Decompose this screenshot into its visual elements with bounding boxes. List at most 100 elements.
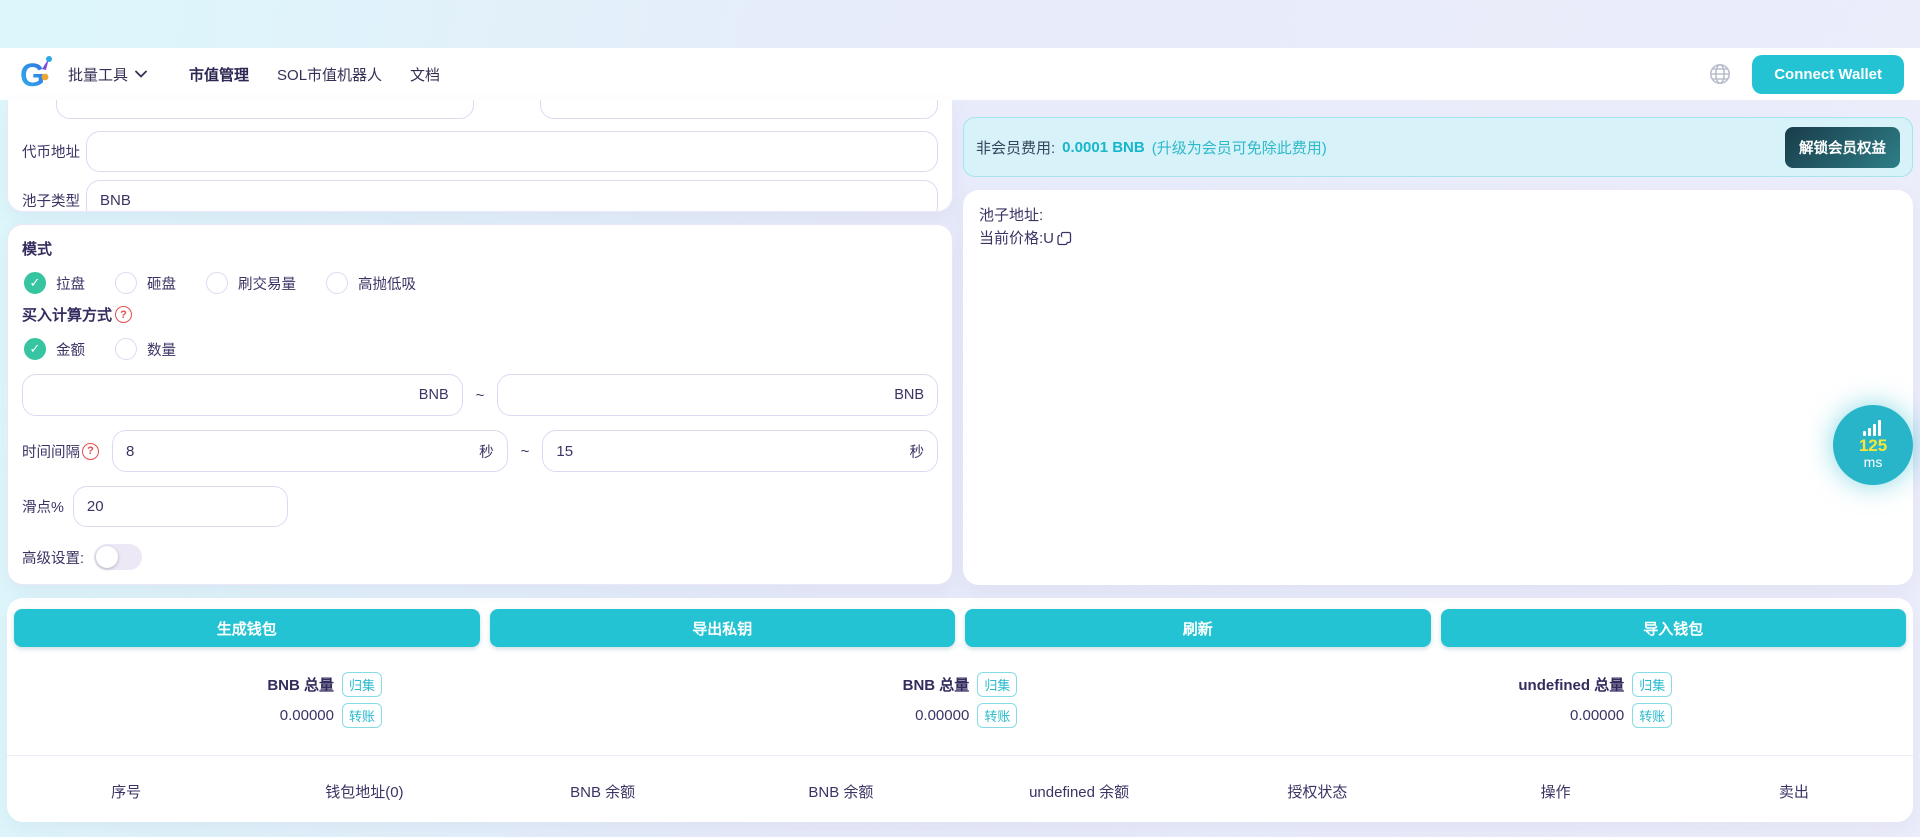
interval-max-field: 秒 [542, 430, 938, 472]
mode-option-pump[interactable]: ✓ 拉盘 [24, 272, 85, 294]
pool-info-card: 池子地址: 当前价格:U [963, 190, 1913, 585]
mode-option-label: 刷交易量 [238, 273, 296, 294]
col-index: 序号 [7, 781, 245, 802]
language-globe-icon[interactable] [1708, 62, 1732, 86]
refresh-button[interactable]: 刷新 [965, 609, 1431, 647]
transfer-button[interactable]: 转账 [342, 703, 382, 728]
interval-min-unit: 秒 [479, 441, 494, 462]
navbar: G 批量工具 市值管理 SOL市值机器人 文档 Connect Wallet [0, 48, 1920, 100]
col-undefined-balance: undefined 余额 [960, 781, 1198, 802]
total-label: undefined 总量 [1518, 674, 1624, 695]
generate-wallet-button[interactable]: 生成钱包 [14, 609, 480, 647]
slippage-input[interactable] [73, 486, 288, 527]
clipped-input-right[interactable] [540, 100, 938, 119]
range-separator: ~ [521, 443, 530, 460]
col-operations: 操作 [1437, 781, 1675, 802]
total-value: 0.00000 [1518, 707, 1624, 724]
total-group-undefined: undefined 总量 归集 0.00000 转账 [1278, 672, 1913, 728]
amount-min-unit: BNB [419, 387, 449, 403]
mode-option-label: 拉盘 [56, 273, 85, 294]
signal-bars-icon [1863, 420, 1883, 436]
checkbox-unchecked-icon[interactable] [206, 272, 228, 294]
buy-calc-help-icon[interactable]: ? [115, 306, 132, 323]
mode-option-dump[interactable]: 砸盘 [115, 272, 176, 294]
slippage-label: 滑点% [22, 496, 64, 517]
batch-tools-label: 批量工具 [68, 64, 128, 85]
clipped-input-row [56, 100, 938, 119]
col-approve-status: 授权状态 [1198, 781, 1436, 802]
nav-item-market-cap[interactable]: 市值管理 [189, 64, 249, 85]
wallet-panel-card: 生成钱包 导出私钥 刷新 导入钱包 BNB 总量 归集 0.00000 转账 B… [7, 598, 1913, 822]
main-content: 代币地址 池子类型 模式 ✓ 拉盘 砸盘 [0, 100, 1920, 585]
total-group-bnb-2: BNB 总量 归集 0.00000 转账 [642, 672, 1277, 728]
mode-option-buy-low-sell-high[interactable]: 高抛低吸 [326, 272, 416, 294]
wallet-actions-row: 生成钱包 导出私钥 刷新 导入钱包 [7, 609, 1913, 647]
amount-max-field: BNB [497, 374, 938, 416]
mode-option-label: 砸盘 [147, 273, 176, 294]
token-address-label: 代币地址 [22, 141, 86, 162]
nav-item-sol-bot[interactable]: SOL市值机器人 [277, 64, 382, 85]
copy-icon[interactable] [1057, 231, 1072, 246]
interval-max-unit: 秒 [910, 441, 925, 462]
amount-max-unit: BNB [894, 387, 924, 403]
token-address-input[interactable] [86, 131, 938, 172]
buy-calc-option-amount[interactable]: ✓ 金额 [24, 338, 85, 360]
advanced-settings-toggle[interactable] [94, 544, 142, 570]
transfer-button[interactable]: 转账 [977, 703, 1017, 728]
checkbox-checked-icon[interactable]: ✓ [24, 338, 46, 360]
checkbox-unchecked-icon[interactable] [115, 272, 137, 294]
toggle-knob [96, 546, 118, 568]
pool-type-input[interactable] [86, 180, 938, 212]
interval-max-input[interactable] [556, 443, 909, 460]
interval-min-field: 秒 [112, 430, 508, 472]
interval-help-icon[interactable]: ? [82, 443, 99, 460]
col-wallet-address: 钱包地址(0) [245, 781, 483, 802]
fee-prefix-label: 非会员费用: [976, 137, 1055, 158]
pool-address-line: 池子地址: [979, 204, 1897, 227]
mode-title: 模式 [22, 238, 938, 259]
ping-value: 125 [1859, 436, 1887, 456]
buy-calc-title: 买入计算方式 [22, 304, 112, 325]
collect-button[interactable]: 归集 [342, 672, 382, 697]
mode-options-row: ✓ 拉盘 砸盘 刷交易量 高抛低吸 [24, 272, 938, 294]
mode-option-label: 高抛低吸 [358, 273, 416, 294]
interval-min-input[interactable] [126, 443, 479, 460]
col-bnb-balance-2: BNB 余额 [722, 781, 960, 802]
mode-option-volume[interactable]: 刷交易量 [206, 272, 296, 294]
amount-min-input[interactable] [36, 387, 419, 404]
amount-min-field: BNB [22, 374, 463, 416]
amount-max-input[interactable] [511, 387, 894, 404]
unlock-membership-button[interactable]: 解锁会员权益 [1785, 127, 1900, 168]
interval-label: 时间间隔 [22, 441, 80, 462]
col-bnb-balance-1: BNB 余额 [484, 781, 722, 802]
checkbox-checked-icon[interactable]: ✓ [24, 272, 46, 294]
nav-item-docs[interactable]: 文档 [410, 64, 440, 85]
checkbox-unchecked-icon[interactable] [326, 272, 348, 294]
batch-tools-dropdown[interactable]: 批量工具 [68, 64, 147, 85]
ping-unit: ms [1864, 455, 1883, 470]
col-sell: 卖出 [1675, 781, 1913, 802]
nav-links: 市值管理 SOL市值机器人 文档 [189, 64, 440, 85]
collect-button[interactable]: 归集 [977, 672, 1017, 697]
chevron-down-icon [135, 70, 147, 78]
ping-latency-badge[interactable]: 125 ms [1833, 405, 1913, 485]
import-wallet-button[interactable]: 导入钱包 [1441, 609, 1907, 647]
checkbox-unchecked-icon[interactable] [115, 338, 137, 360]
clipped-input-left[interactable] [56, 100, 474, 119]
totals-row: BNB 总量 归集 0.00000 转账 BNB 总量 归集 0.00000 转… [7, 672, 1913, 728]
export-private-key-button[interactable]: 导出私钥 [490, 609, 956, 647]
fee-note: (升级为会员可免除此费用) [1152, 137, 1327, 158]
total-value: 0.00000 [267, 707, 334, 724]
range-separator: ~ [476, 387, 485, 404]
connect-wallet-button[interactable]: Connect Wallet [1752, 55, 1904, 94]
strategy-form-card: 模式 ✓ 拉盘 砸盘 刷交易量 高抛低吸 [7, 224, 953, 585]
pool-type-label: 池子类型 [22, 190, 86, 211]
buy-calc-option-quantity[interactable]: 数量 [115, 338, 176, 360]
total-label: BNB 总量 [267, 674, 334, 695]
token-form-card: 代币地址 池子类型 [7, 100, 953, 212]
current-price-line: 当前价格:U [979, 227, 1054, 250]
app-logo-icon[interactable]: G [16, 55, 54, 93]
transfer-button[interactable]: 转账 [1632, 703, 1672, 728]
fee-amount: 0.0001 BNB [1062, 139, 1145, 156]
collect-button[interactable]: 归集 [1632, 672, 1672, 697]
